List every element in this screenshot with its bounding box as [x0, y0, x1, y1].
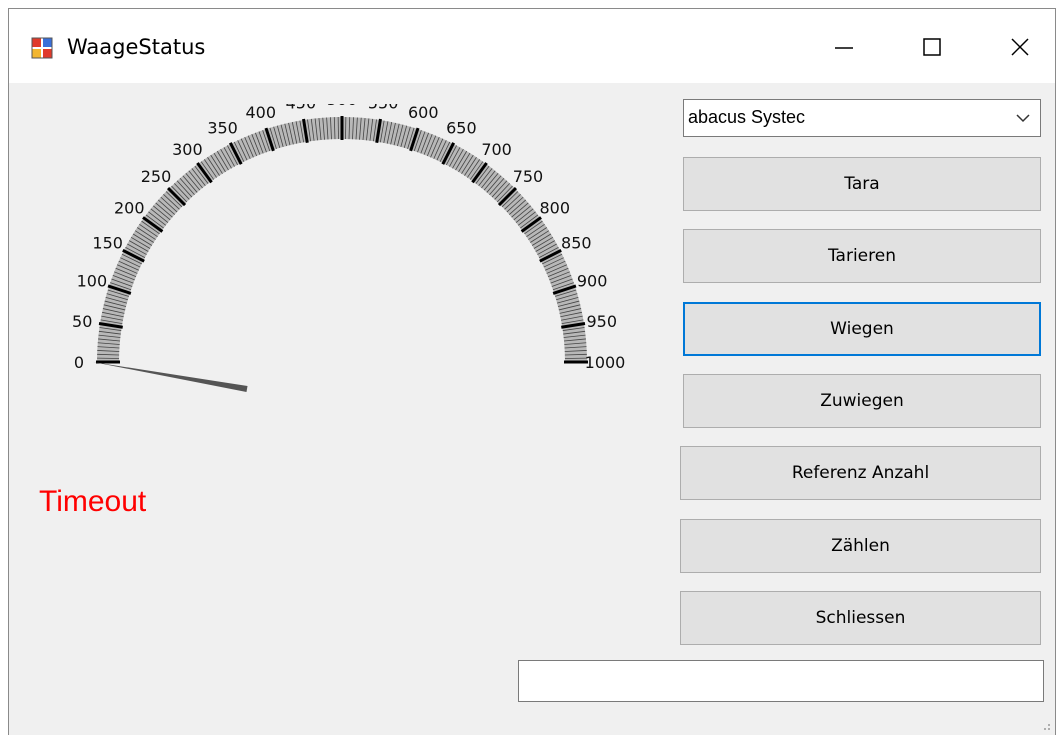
scale-select-value: abacus Systec	[688, 107, 806, 127]
status-text: Timeout	[39, 485, 147, 518]
minimize-button[interactable]	[809, 19, 879, 75]
gauge-tick-label: 450	[286, 104, 317, 112]
zuwiegen-button[interactable]: Zuwiegen	[683, 374, 1041, 428]
maximize-icon	[923, 38, 941, 56]
gauge-tick-label: 750	[513, 167, 544, 186]
gauge-tick-label: 300	[172, 140, 203, 159]
scale-select[interactable]: abacus Systec	[683, 99, 1041, 137]
gauge-tick-label: 700	[481, 140, 512, 159]
minimize-icon	[835, 47, 853, 49]
gauge-tick-label: 350	[207, 119, 238, 138]
gauge-tick-label: 100	[77, 272, 108, 291]
weight-gauge: 0501001502002503003504004505005506006507…	[72, 104, 626, 392]
gauge-tick-label: 600	[408, 104, 439, 122]
gauge-tick-label: 500	[327, 104, 358, 109]
window-title: WaageStatus	[67, 35, 206, 59]
gauge-band	[97, 117, 587, 363]
schliessen-button[interactable]: Schliessen	[680, 591, 1041, 645]
gauge-tick-label: 250	[141, 167, 172, 186]
tarieren-button[interactable]: Tarieren	[683, 229, 1041, 283]
close-button[interactable]	[985, 19, 1055, 75]
title-bar: WaageStatus	[9, 9, 1055, 83]
resize-grip-icon[interactable]	[1039, 719, 1051, 731]
gauge-tick-label: 650	[446, 119, 477, 138]
gauge-tick-label: 900	[577, 272, 608, 291]
wiegen-button[interactable]: Wiegen	[683, 302, 1041, 356]
gauge-tick-label: 950	[586, 312, 617, 331]
gauge-tick-label: 0	[74, 353, 84, 372]
referenz-anzahl-button[interactable]: Referenz Anzahl	[680, 446, 1041, 500]
gauge-tick-label: 850	[561, 234, 592, 253]
gauge-needle	[93, 362, 248, 392]
gauge-tick-label: 1000	[585, 353, 626, 372]
gauge-tick-label: 200	[114, 198, 145, 217]
maximize-button[interactable]	[897, 19, 967, 75]
zaehlen-button[interactable]: Zählen	[680, 519, 1041, 573]
gauge-tick-label: 550	[368, 104, 399, 112]
app-window: WaageStatus 0 50 100 150 200 250300350 400 450 5…	[8, 8, 1056, 735]
close-icon	[1011, 38, 1029, 56]
chevron-down-icon	[1016, 114, 1030, 123]
gauge-tick-label: 800	[539, 198, 570, 217]
app-icon	[31, 37, 53, 59]
gauge-tick-label: 50	[72, 312, 92, 331]
gauge-tick-label: 400	[245, 104, 276, 122]
tara-button[interactable]: Tara	[683, 157, 1041, 211]
output-field[interactable]	[518, 660, 1044, 702]
gauge-tick-label: 150	[92, 234, 123, 253]
